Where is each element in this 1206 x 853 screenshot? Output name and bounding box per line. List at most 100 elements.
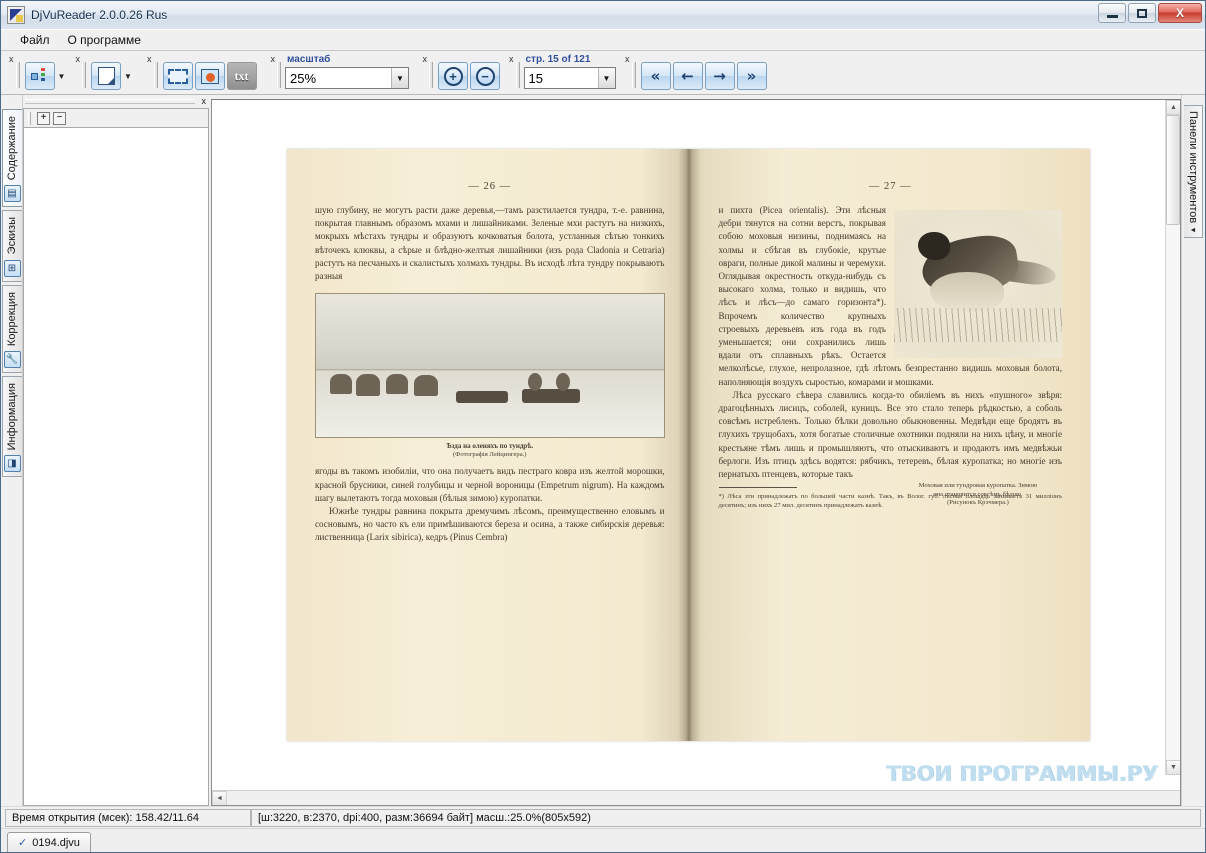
toolbar-grip[interactable] bbox=[153, 62, 158, 88]
caption-credit: (Рисунокъ Крэчмера.) bbox=[947, 499, 1009, 507]
sidebar-tab-strip: Содержание ▤ Эскизы ⊞ Коррекция 🔧 Информ… bbox=[1, 95, 23, 806]
toolbar-grip[interactable] bbox=[631, 62, 636, 88]
minimize-button[interactable] bbox=[1098, 3, 1126, 23]
horizontal-scrollbar[interactable]: ◄ bbox=[212, 790, 1180, 805]
page-number-value: 15 bbox=[528, 70, 543, 86]
zoom-in-button[interactable]: + bbox=[438, 62, 468, 90]
toolbar-group-close-icon[interactable]: x bbox=[147, 55, 152, 64]
page-layout-dropdown[interactable]: ▼ bbox=[122, 62, 134, 90]
menu-item-about[interactable]: О программе bbox=[59, 31, 150, 49]
minimize-icon bbox=[1106, 14, 1118, 18]
toolbars-panel-tab[interactable]: Панели инструментов ◄ bbox=[1184, 105, 1203, 239]
sidebar-item-correction[interactable]: Коррекция 🔧 bbox=[1, 284, 22, 373]
toolbar-group-close-icon[interactable]: x bbox=[271, 55, 276, 64]
document-tab[interactable]: ✓ 0194.djvu bbox=[7, 832, 91, 852]
toolbars-panel: Панели инструментов ◄ bbox=[1181, 95, 1205, 806]
double-chevron-right-icon: » bbox=[746, 66, 757, 85]
next-page-button[interactable]: → bbox=[704, 62, 735, 90]
toolbar-group-close-icon[interactable]: x bbox=[423, 55, 428, 64]
maximize-icon bbox=[1137, 8, 1147, 18]
contents-icon: ▤ bbox=[3, 185, 21, 203]
paragraph: ягоды въ такомъ изобиліи, что она получа… bbox=[315, 466, 665, 503]
page-number-combobox[interactable]: 15 ▼ bbox=[523, 67, 616, 89]
status-image-info: [ш:3220, в:2370, dpi:400, разм:36694 бай… bbox=[251, 808, 1201, 827]
navigation-pane-button[interactable] bbox=[24, 62, 55, 90]
chevron-down-icon[interactable]: ▼ bbox=[597, 68, 615, 88]
toolbar-group-navigation-buttons: x « ← → » bbox=[621, 53, 772, 93]
toolbar-grip[interactable] bbox=[82, 62, 86, 88]
toolbar-grip[interactable] bbox=[277, 62, 281, 88]
figure-caption-left: Ѣзда на оленяхъ по тундрѣ. (Фотографія Л… bbox=[315, 442, 665, 459]
page-canvas[interactable]: — 26 — шую глубину, не могутъ расти даже… bbox=[212, 100, 1180, 790]
sled-figure bbox=[522, 388, 580, 403]
chevron-down-icon[interactable]: ▼ bbox=[391, 68, 408, 88]
bird-breast bbox=[930, 272, 1004, 312]
toolbar-grip[interactable] bbox=[28, 111, 31, 125]
menu-item-file[interactable]: Файл bbox=[11, 31, 59, 49]
sidebar-item-label: Информация bbox=[6, 382, 18, 451]
check-icon: ✓ bbox=[18, 837, 28, 849]
toolbar-group-close-icon[interactable]: x bbox=[76, 55, 81, 64]
collapse-all-button[interactable]: − bbox=[53, 111, 66, 125]
paragraph: шую глубину, не могутъ расти даже деревь… bbox=[315, 205, 665, 282]
toolbar-group-close-icon[interactable]: x bbox=[625, 55, 630, 64]
title-bar: DjVuReader 2.0.0.26 Rus X bbox=[1, 1, 1205, 29]
toolbar-group-close-icon[interactable]: x bbox=[509, 55, 514, 64]
document-tab-strip: ✓ 0194.djvu bbox=[1, 828, 1205, 852]
sled-figure bbox=[456, 390, 508, 403]
sidebar-item-thumbnails[interactable]: Эскизы ⊞ bbox=[1, 210, 22, 282]
sidebar-item-label: Эскизы bbox=[6, 217, 18, 255]
extract-image-button[interactable] bbox=[194, 62, 225, 90]
arrow-left-icon: ← bbox=[681, 66, 694, 85]
chevron-left-icon[interactable]: ◄ bbox=[1190, 227, 1197, 234]
selection-marquee-icon bbox=[167, 68, 188, 84]
contents-tree[interactable] bbox=[23, 127, 209, 806]
scroll-left-button[interactable]: ◄ bbox=[212, 790, 227, 805]
page-text-right: и пихта (Picea orientalis). Эти лѣсныя д… bbox=[718, 204, 1063, 481]
sidebar-item-information[interactable]: Информация ◨ bbox=[1, 375, 22, 478]
select-region-button[interactable] bbox=[162, 62, 193, 90]
close-button[interactable]: X bbox=[1158, 3, 1202, 23]
sidebar-item-contents[interactable]: Содержание ▤ bbox=[1, 109, 22, 208]
bird-head bbox=[918, 232, 950, 260]
ptarmigan-illustration bbox=[894, 210, 1062, 358]
page-number-right: — 27 — bbox=[868, 181, 912, 192]
zoom-combobox[interactable]: 25% ▼ bbox=[285, 67, 409, 89]
previous-page-button[interactable]: ← bbox=[672, 62, 703, 90]
extract-text-button[interactable]: txt bbox=[226, 62, 257, 90]
document-viewer: — 26 — шую глубину, не могутъ расти даже… bbox=[211, 99, 1181, 806]
reindeer-figure bbox=[386, 374, 408, 395]
toolbar-grip[interactable] bbox=[515, 62, 520, 88]
tree-panel-icon bbox=[30, 68, 49, 84]
vertical-scrollbar[interactable]: ▲ ▼ bbox=[1165, 100, 1180, 775]
panel-grip[interactable] bbox=[25, 99, 195, 104]
zoom-value: 25% bbox=[290, 70, 317, 86]
vertical-scroll-thumb[interactable] bbox=[1166, 115, 1180, 225]
zoom-out-button[interactable]: − bbox=[470, 62, 500, 90]
image-extract-icon bbox=[200, 68, 219, 84]
toolbar-group-navigation: x ▼ bbox=[5, 53, 72, 93]
last-page-button[interactable]: » bbox=[736, 62, 767, 90]
first-page-button[interactable]: « bbox=[640, 62, 671, 90]
page-text-left-top: шую глубину, не могутъ расти даже деревь… bbox=[315, 204, 665, 283]
reindeer-figure bbox=[414, 374, 438, 396]
scroll-down-button[interactable]: ▼ bbox=[1166, 760, 1180, 775]
caption-line2: она становится совсѣмъ бѣлою. bbox=[933, 490, 1023, 498]
toolbar-group-close-icon[interactable]: x bbox=[9, 55, 14, 64]
page-layout-icon bbox=[97, 67, 115, 85]
close-icon[interactable]: x bbox=[202, 97, 207, 106]
toolbar-grip[interactable] bbox=[15, 62, 20, 88]
expand-all-button[interactable]: + bbox=[37, 111, 50, 125]
toolbar-grip[interactable] bbox=[429, 62, 433, 88]
footnote-rule bbox=[718, 487, 797, 489]
wrench-icon: 🔧 bbox=[3, 350, 21, 368]
maximize-button[interactable] bbox=[1128, 3, 1156, 23]
window-controls: X bbox=[1098, 3, 1202, 23]
page-layout-button[interactable] bbox=[91, 62, 121, 90]
navigation-pane-dropdown[interactable]: ▼ bbox=[56, 62, 68, 90]
book-pages: — 26 — шую глубину, не могутъ расти даже… bbox=[287, 149, 1090, 741]
paragraph: Лѣса русскаго сѣвера славились когда-то … bbox=[718, 389, 1063, 480]
reindeer-figure bbox=[330, 374, 352, 395]
scroll-up-button[interactable]: ▲ bbox=[1166, 100, 1180, 115]
menu-bar: Файл О программе bbox=[1, 29, 1205, 51]
